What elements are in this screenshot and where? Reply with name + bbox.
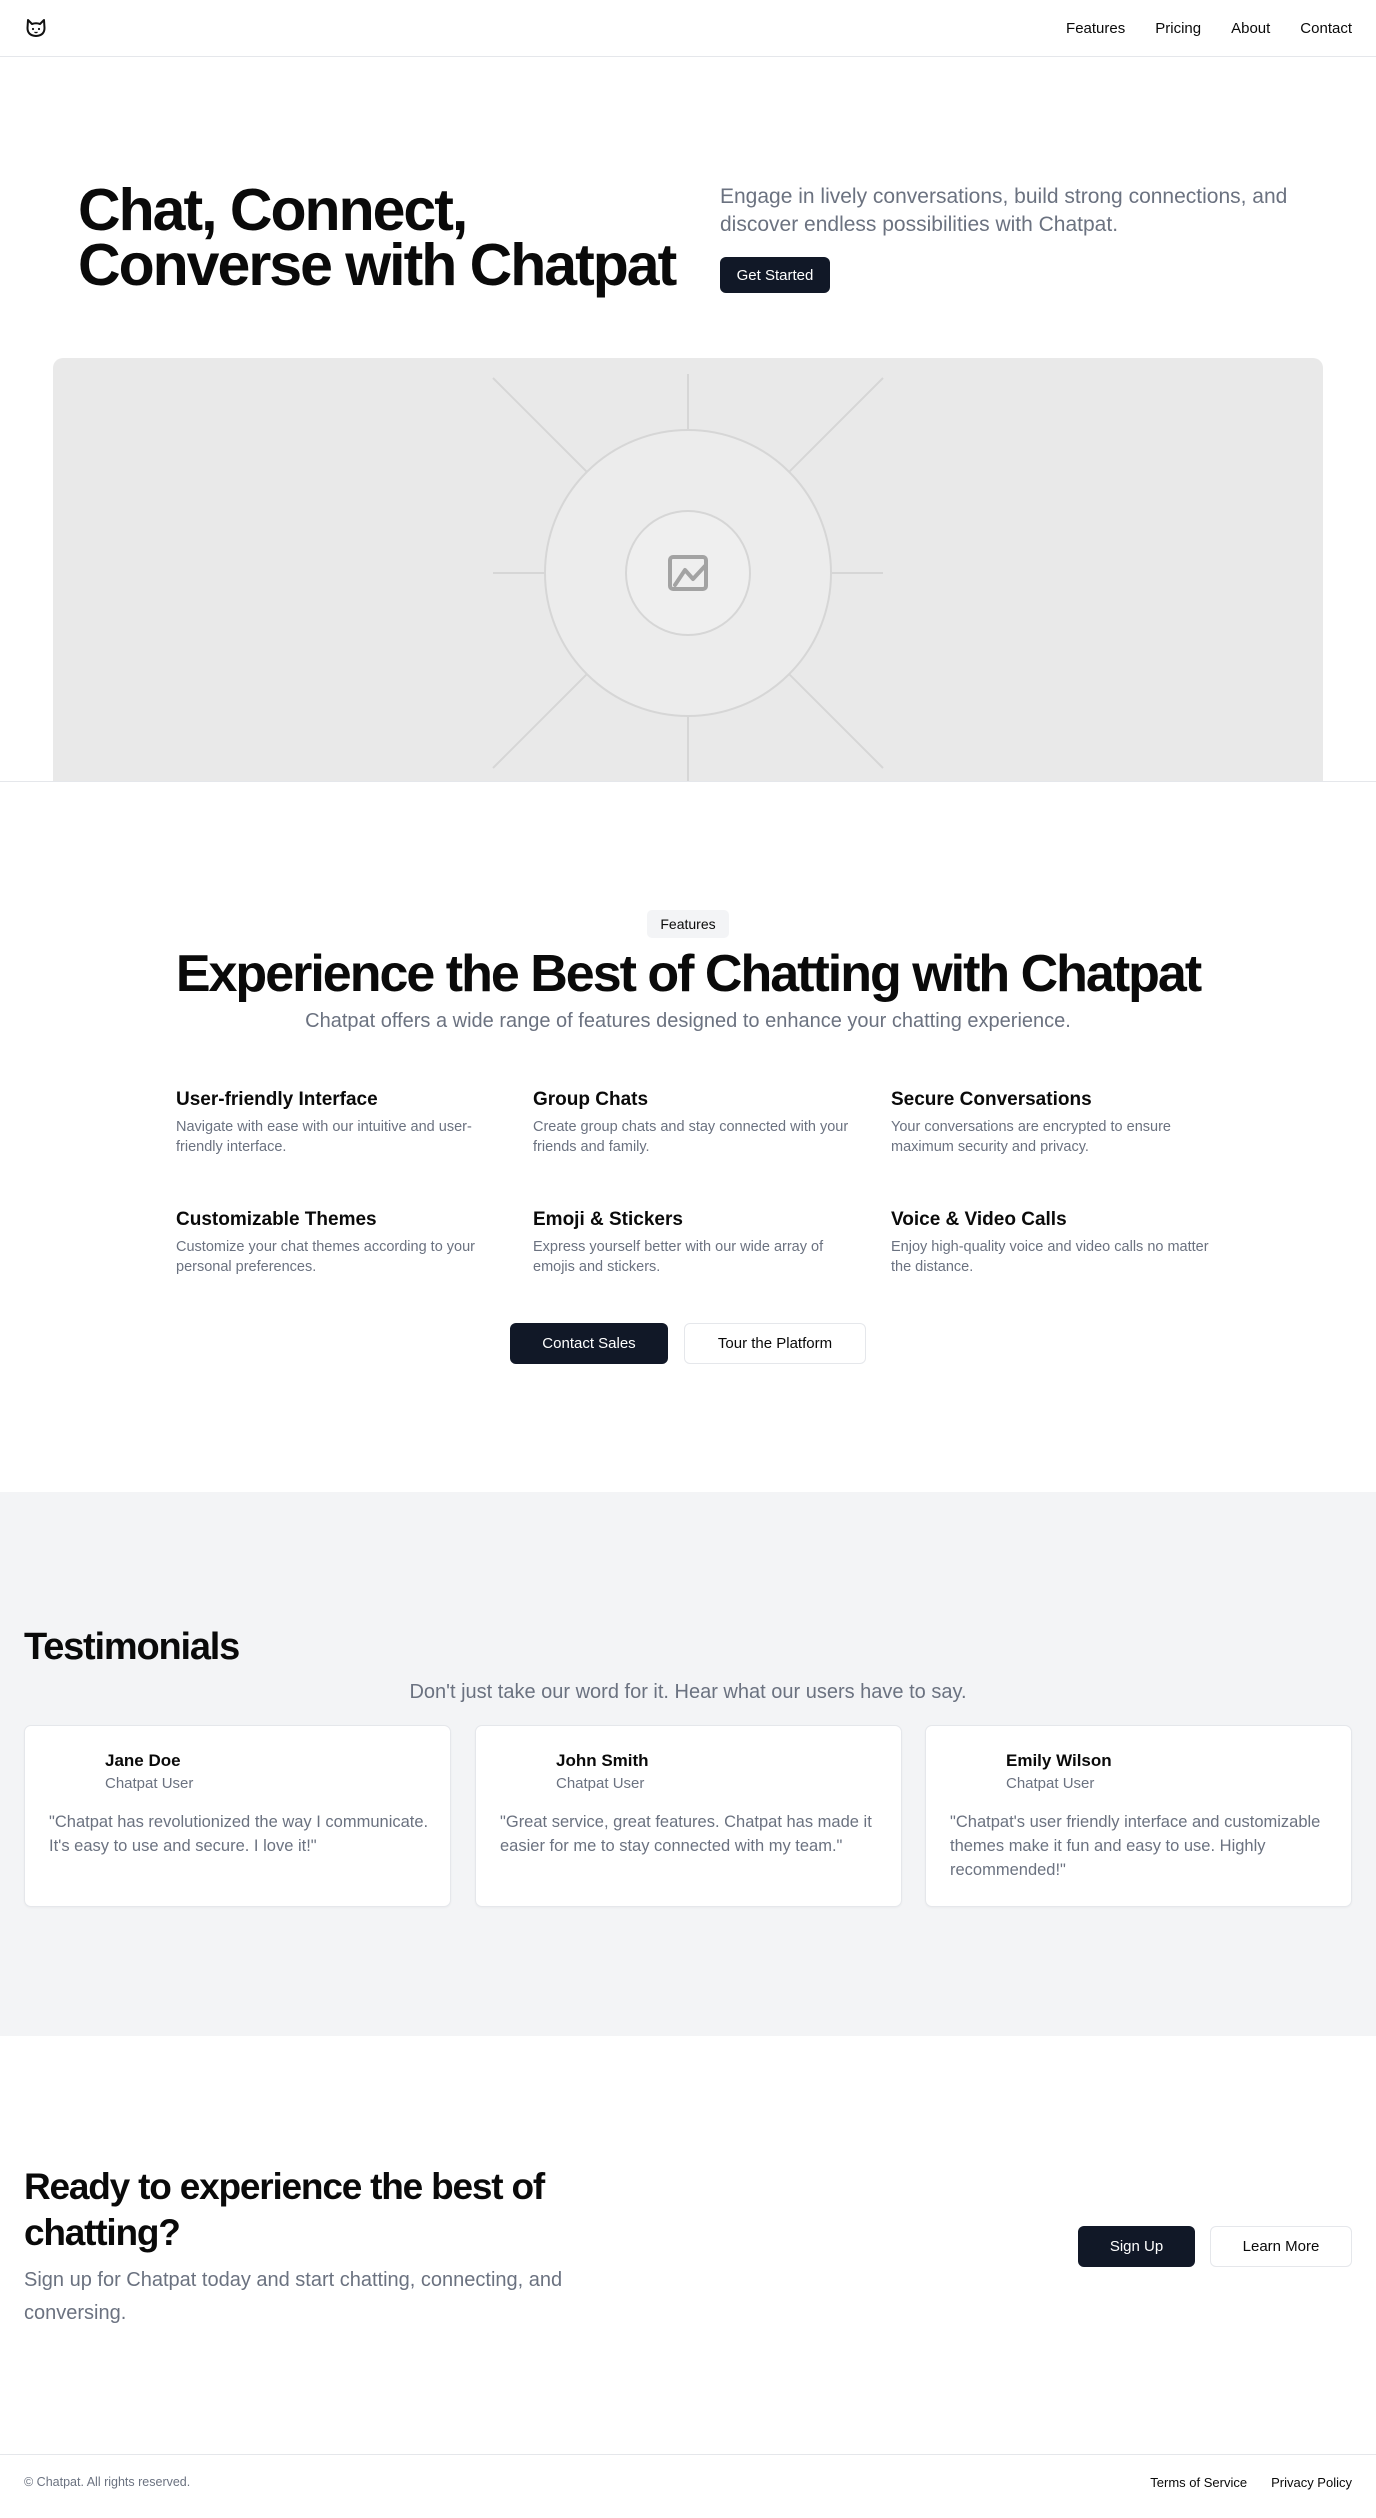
feature-description: Customize your chat themes according to … bbox=[176, 1239, 475, 1275]
feature-title: Group Chats bbox=[533, 1089, 649, 1110]
testimonial-role: Chatpat User bbox=[556, 1775, 645, 1792]
feature-title: Customizable Themes bbox=[176, 1209, 377, 1230]
testimonial-role: Chatpat User bbox=[105, 1775, 194, 1792]
terms-of-service-link[interactable]: Terms of Service bbox=[1150, 2475, 1247, 2490]
learn-more-button[interactable]: Learn More bbox=[1210, 2226, 1352, 2267]
feature-description: Your conversations are encrypted to ensu… bbox=[891, 1119, 1171, 1155]
feature-description: Enjoy high-quality voice and video calls… bbox=[891, 1239, 1209, 1275]
testimonial-name: Jane Doe bbox=[105, 1751, 181, 1770]
hero-title: Chat, Connect, Converse with Chatpat bbox=[78, 177, 677, 298]
feature-description: Navigate with ease with our intuitive an… bbox=[176, 1119, 472, 1155]
cta-description: Sign up for Chatpat today and start chat… bbox=[24, 2269, 563, 2324]
footer-copyright: © Chatpat. All rights reserved. bbox=[24, 2475, 191, 2489]
testimonial-quote: "Chatpat has revolutionized the way I co… bbox=[49, 1813, 429, 1855]
main-nav: Features Pricing About Contact bbox=[1066, 20, 1352, 37]
feature-item: User-friendly Interface Navigate with ea… bbox=[176, 1087, 496, 1157]
nav-link-features[interactable]: Features bbox=[1066, 20, 1125, 37]
nav-link-pricing[interactable]: Pricing bbox=[1155, 20, 1201, 37]
feature-item: Group Chats Create group chats and stay … bbox=[533, 1087, 853, 1157]
features-title: Experience the Best of Chatting with Cha… bbox=[175, 945, 1202, 1003]
feature-description: Express yourself better with our wide ar… bbox=[533, 1239, 824, 1275]
feature-item: Emoji & Stickers Express yourself better… bbox=[533, 1207, 853, 1277]
site-footer: © Chatpat. All rights reserved. Terms of… bbox=[0, 2455, 1376, 2517]
footer-links: Terms of Service Privacy Policy bbox=[1150, 2475, 1352, 2490]
testimonial-role: Chatpat User bbox=[1006, 1775, 1095, 1792]
features-section: Features Experience the Best of Chatting… bbox=[0, 782, 1376, 1492]
get-started-button[interactable]: Get Started bbox=[720, 257, 830, 293]
cta-title: Ready to experience the best of chatting… bbox=[24, 2166, 545, 2253]
contact-sales-button[interactable]: Contact Sales bbox=[510, 1323, 668, 1364]
testimonial-name: Emily Wilson bbox=[1006, 1751, 1112, 1770]
feature-title: Emoji & Stickers bbox=[533, 1209, 683, 1230]
feature-item: Secure Conversations Your conversations … bbox=[891, 1087, 1211, 1157]
nav-link-contact[interactable]: Contact bbox=[1300, 20, 1352, 37]
testimonials-title: Testimonials bbox=[24, 1626, 240, 1668]
tour-platform-button[interactable]: Tour the Platform bbox=[684, 1323, 866, 1364]
nav-link-about[interactable]: About bbox=[1231, 20, 1270, 37]
features-subtitle: Chatpat offers a wide range of features … bbox=[305, 1010, 1071, 1032]
feature-description: Create group chats and stay connected wi… bbox=[533, 1119, 849, 1155]
testimonials-subtitle: Don't just take our word for it. Hear wh… bbox=[409, 1681, 967, 1703]
feature-title: Voice & Video Calls bbox=[891, 1209, 1067, 1230]
feature-title: User-friendly Interface bbox=[176, 1089, 378, 1110]
testimonials-section: Testimonials Don't just take our word fo… bbox=[0, 1492, 1376, 2036]
testimonial-name: John Smith bbox=[556, 1751, 649, 1770]
features-badge: Features bbox=[647, 910, 729, 938]
hero-section: Chat, Connect, Converse with Chatpat Eng… bbox=[0, 57, 1376, 782]
testimonial-card: Jane Doe Chatpat User "Chatpat has revol… bbox=[24, 1725, 451, 1907]
sign-up-button[interactable]: Sign Up bbox=[1078, 2226, 1195, 2267]
cat-face-icon[interactable] bbox=[24, 16, 48, 40]
testimonial-card: Emily Wilson Chatpat User "Chatpat's use… bbox=[925, 1725, 1352, 1907]
testimonial-card: John Smith Chatpat User "Great service, … bbox=[475, 1725, 902, 1907]
site-header: Features Pricing About Contact bbox=[0, 0, 1376, 57]
feature-item: Voice & Video Calls Enjoy high-quality v… bbox=[891, 1207, 1211, 1277]
feature-title: Secure Conversations bbox=[891, 1089, 1092, 1110]
testimonial-quote: "Great service, great features. Chatpat … bbox=[500, 1813, 872, 1855]
privacy-policy-link[interactable]: Privacy Policy bbox=[1271, 2475, 1352, 2490]
testimonial-quote: "Chatpat's user friendly interface and c… bbox=[950, 1813, 1321, 1879]
feature-item: Customizable Themes Customize your chat … bbox=[176, 1207, 496, 1277]
hero-description: Engage in lively conversations, build st… bbox=[720, 185, 1288, 236]
image-placeholder-icon bbox=[492, 374, 884, 781]
cta-section: Ready to experience the best of chatting… bbox=[0, 2036, 1376, 2455]
hero-image-placeholder bbox=[53, 358, 1323, 781]
